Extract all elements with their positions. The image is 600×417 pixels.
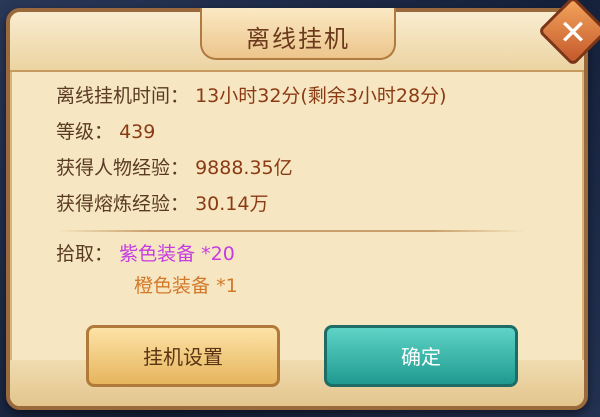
- character-exp-label: 获得人物经验：: [56, 157, 190, 179]
- character-exp-value: 9888.35亿: [195, 157, 293, 179]
- smelt-exp-label: 获得熔炼经验：: [56, 193, 190, 215]
- offline-time-row: 离线挂机时间： 13小时32分(剩余3小时28分): [56, 78, 536, 114]
- smelt-exp-row: 获得熔炼经验： 30.14万: [56, 186, 536, 222]
- afk-settings-button[interactable]: 挂机设置: [86, 325, 280, 387]
- offline-time-label: 离线挂机时间：: [56, 85, 190, 107]
- smelt-exp-value: 30.14万: [195, 193, 269, 215]
- title-plate: 离线挂机: [200, 8, 396, 60]
- dialog-content: 离线挂机时间： 13小时32分(剩余3小时28分) 等级： 439 获得人物经验…: [56, 78, 536, 302]
- loot-row-2: 橙色装备 *1: [56, 270, 536, 302]
- loot-row-1: 拾取： 紫色装备 *20: [56, 238, 536, 270]
- level-row: 等级： 439: [56, 114, 536, 150]
- character-exp-row: 获得人物经验： 9888.35亿: [56, 150, 536, 186]
- close-icon: ✕: [558, 13, 588, 53]
- level-value: 439: [119, 121, 156, 143]
- level-label: 等级：: [56, 121, 114, 143]
- loot-item-purple-equipment: 紫色装备 *20: [119, 243, 235, 265]
- section-divider: [56, 230, 526, 232]
- confirm-button[interactable]: 确定: [324, 325, 518, 387]
- loot-item-orange-equipment: 橙色装备 *1: [134, 275, 238, 297]
- offline-time-value: 13小时32分(剩余3小时28分): [195, 85, 447, 107]
- dialog-title: 离线挂机: [246, 25, 350, 53]
- offline-afk-dialog: 离线挂机 离线挂机时间： 13小时32分(剩余3小时28分) 等级： 439 获…: [6, 8, 588, 410]
- loot-label: 拾取：: [56, 243, 114, 265]
